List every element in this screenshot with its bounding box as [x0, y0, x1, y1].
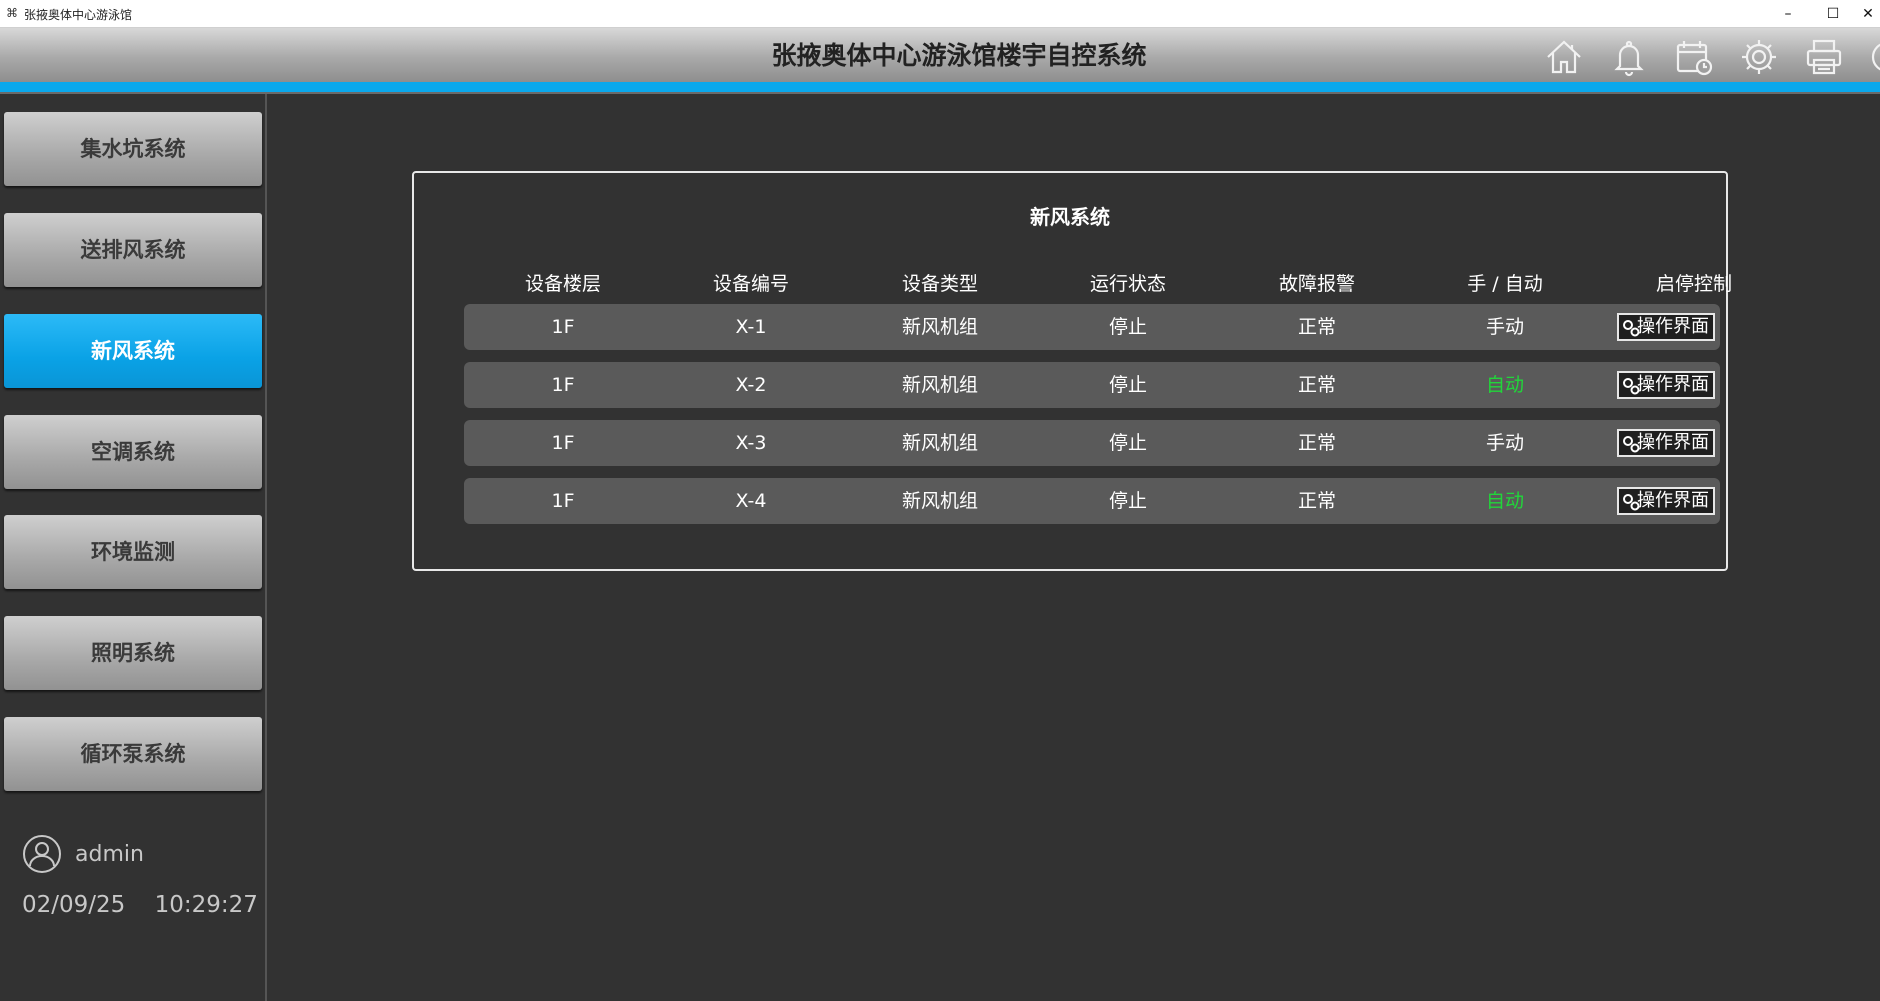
cell-run-status: 停止 — [1108, 432, 1147, 454]
sidebar-item-circulation-pump-system[interactable]: 循环泵系统 — [4, 717, 262, 791]
cell-device-id: X-4 — [735, 490, 767, 512]
column-header-device-type: 设备类型 — [901, 273, 978, 295]
operation-panel-label: 操作界面 — [1637, 374, 1709, 395]
cell-device-type: 新风机组 — [901, 316, 978, 338]
cell-device-id: X-3 — [735, 432, 767, 454]
gears-icon — [1623, 494, 1640, 511]
home-icon[interactable] — [1543, 36, 1585, 78]
power-icon[interactable] — [1866, 36, 1880, 78]
datetime: 02/09/25 10:29:27 — [22, 892, 258, 918]
cell-floor: 1F — [551, 432, 575, 454]
operation-panel-label: 操作界面 — [1637, 316, 1709, 337]
operation-panel-button[interactable]: 操作界面 — [1617, 429, 1715, 457]
sidebar-item-environment-monitoring[interactable]: 环境监测 — [4, 515, 262, 589]
cell-fault-alarm: 正常 — [1297, 316, 1336, 338]
cell-device-type: 新风机组 — [901, 374, 978, 396]
cell-fault-alarm: 正常 — [1297, 432, 1336, 454]
minimize-button[interactable]: – — [1773, 3, 1803, 25]
gears-icon — [1623, 378, 1640, 395]
sidebar-item-sump-system[interactable]: 集水坑系统 — [4, 112, 262, 186]
user-avatar-icon — [23, 835, 61, 873]
cell-floor: 1F — [551, 316, 575, 338]
calendar-icon[interactable] — [1673, 36, 1715, 78]
operation-panel-label: 操作界面 — [1637, 490, 1709, 511]
cell-mode: 手动 — [1485, 316, 1524, 338]
sidebar-item-lighting-system[interactable]: 照明系统 — [4, 616, 262, 690]
column-header-start-stop: 启停控制 — [1655, 273, 1732, 295]
window-title: 张掖奥体中心游泳馆 — [24, 8, 133, 22]
cell-device-id: X-1 — [735, 316, 767, 338]
operation-panel-button[interactable]: 操作界面 — [1617, 487, 1715, 515]
panel-title: 新风系统 — [1030, 205, 1110, 229]
fresh-air-panel: 新风系统 设备楼层 设备编号 设备类型 运行状态 故障报警 手 / 自动 启停控… — [412, 171, 1732, 571]
table-row: 1F X-2 新风机组 停止 正常 自动 操作界面 — [464, 362, 1720, 408]
cell-run-status: 停止 — [1108, 316, 1147, 338]
cell-fault-alarm: 正常 — [1297, 490, 1336, 512]
printer-icon[interactable] — [1803, 36, 1845, 78]
operation-panel-button[interactable]: 操作界面 — [1617, 371, 1715, 399]
cell-fault-alarm: 正常 — [1297, 374, 1336, 396]
maximize-button[interactable]: ☐ — [1818, 3, 1848, 25]
cell-device-id: X-2 — [735, 374, 767, 396]
cell-mode: 自动 — [1485, 374, 1524, 396]
cell-device-type: 新风机组 — [901, 432, 978, 454]
current-date: 02/09/25 — [22, 892, 126, 918]
app-title: 张掖奥体中心游泳馆楼宇自控系统 — [771, 41, 1147, 70]
bell-icon[interactable] — [1608, 36, 1650, 78]
header-accent-bar — [0, 82, 1880, 92]
sidebar-item-air-conditioning-system[interactable]: 空调系统 — [4, 415, 262, 489]
column-header-fault-alarm: 故障报警 — [1278, 273, 1355, 295]
table-row: 1F X-1 新风机组 停止 正常 手动 操作界面 — [464, 304, 1720, 350]
cell-mode: 自动 — [1485, 490, 1524, 512]
app-icon: ⌘ — [6, 6, 18, 20]
sidebar-item-supply-exhaust-system[interactable]: 送排风系统 — [4, 213, 262, 287]
user-name: admin — [75, 842, 144, 867]
column-header-run-status: 运行状态 — [1089, 273, 1166, 295]
cell-run-status: 停止 — [1108, 374, 1147, 396]
table-row: 1F X-3 新风机组 停止 正常 手动 操作界面 — [464, 420, 1720, 466]
cell-device-type: 新风机组 — [901, 490, 978, 512]
close-button[interactable]: ✕ — [1856, 3, 1880, 25]
column-header-device-id: 设备编号 — [712, 273, 789, 295]
operation-panel-label: 操作界面 — [1637, 432, 1709, 453]
cell-floor: 1F — [551, 374, 575, 396]
cell-run-status: 停止 — [1108, 490, 1147, 512]
header-divider — [0, 92, 1880, 94]
gears-icon — [1623, 436, 1640, 453]
sidebar: 集水坑系统 送排风系统 新风系统 空调系统 环境监测 照明系统 循环泵系统 ad… — [0, 94, 267, 1001]
gear-icon[interactable] — [1738, 36, 1780, 78]
gears-icon — [1623, 320, 1640, 337]
app-header: 张掖奥体中心游泳馆楼宇自控系统 — [0, 28, 1880, 82]
sidebar-item-fresh-air-system[interactable]: 新风系统 — [4, 314, 262, 388]
cell-floor: 1F — [551, 490, 575, 512]
window-titlebar: ⌘ 张掖奥体中心游泳馆 – ☐ ✕ — [0, 0, 1880, 28]
column-header-manual-auto: 手 / 自动 — [1467, 273, 1543, 295]
cell-mode: 手动 — [1485, 432, 1524, 454]
table-row: 1F X-4 新风机组 停止 正常 自动 操作界面 — [464, 478, 1720, 524]
column-header-floor: 设备楼层 — [524, 273, 601, 295]
operation-panel-button[interactable]: 操作界面 — [1617, 313, 1715, 341]
current-time: 10:29:27 — [154, 892, 258, 918]
